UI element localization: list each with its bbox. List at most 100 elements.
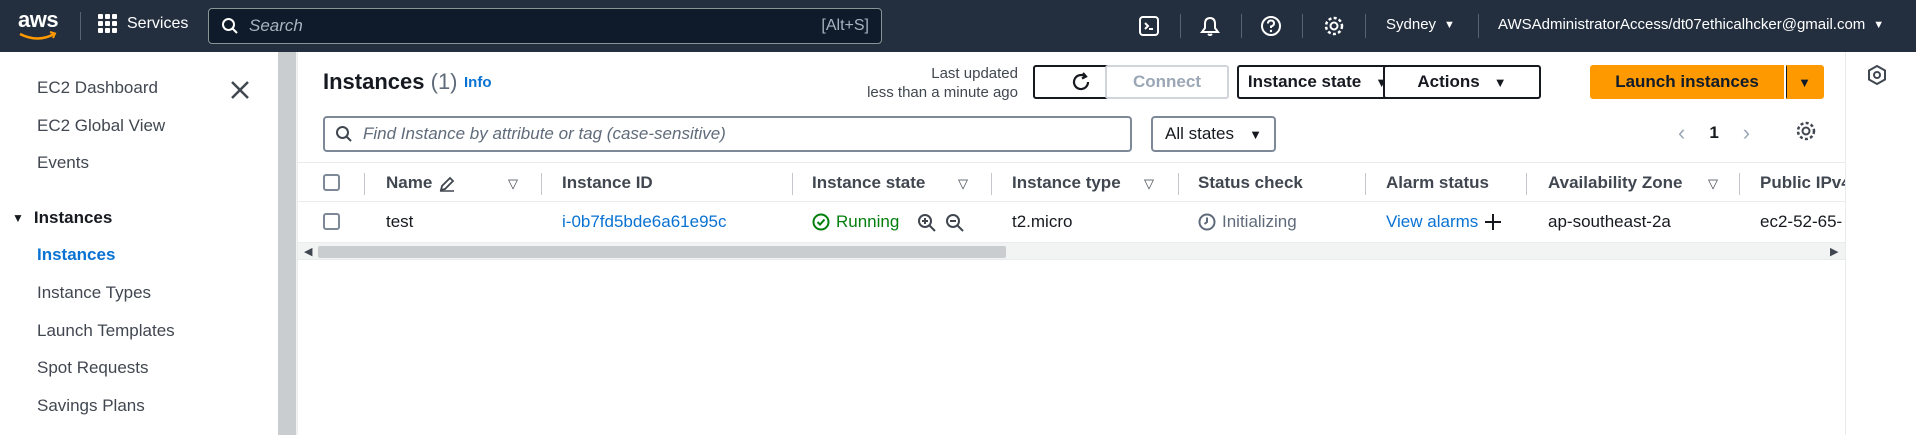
sidebar-item-instances[interactable]: Instances [37, 245, 115, 265]
table-row[interactable]: test i-0b7fd5bde6a61e95c Running t2.micr… [298, 202, 1846, 242]
column-separator [1739, 173, 1740, 195]
cell-availability-zone: ap-southeast-2a [1548, 212, 1671, 231]
filter-placeholder: Find Instance by attribute or tag (case-… [363, 124, 726, 143]
services-menu-button[interactable]: Services [98, 14, 188, 33]
previous-page-icon[interactable]: ‹ [1678, 120, 1685, 146]
search-shortcut-hint: [Alt+S] [821, 17, 869, 34]
instances-panel: Instances (1) Info Last updated less tha… [297, 52, 1846, 435]
notifications-icon[interactable] [1196, 12, 1224, 40]
sort-icon[interactable]: ▽ [508, 176, 518, 192]
connect-label: Connect [1133, 72, 1201, 91]
sidebar-section-instances[interactable]: ▼ Instances [12, 208, 112, 228]
region-selector[interactable]: Sydney ▼ [1386, 16, 1455, 33]
table-preferences-icon[interactable] [1795, 120, 1817, 147]
actions-label: Actions [1417, 72, 1480, 91]
sidebar-item-instance-types[interactable]: Instance Types [37, 283, 151, 303]
zoom-in-icon[interactable] [917, 213, 937, 238]
cell-instance-type: t2.micro [1012, 212, 1073, 231]
launch-instances-button[interactable]: Launch instances [1590, 65, 1784, 99]
launch-dropdown-button[interactable]: ▼ [1786, 65, 1824, 99]
global-search-input[interactable]: Search [Alt+S] [208, 8, 882, 44]
help-panel-icon[interactable] [1866, 64, 1888, 91]
help-icon[interactable] [1257, 12, 1285, 40]
account-menu[interactable]: AWSAdministratorAccess/dt07ethicalhcker@… [1498, 16, 1884, 33]
zoom-out-icon[interactable] [945, 213, 965, 238]
sidebar-item-ec2-dashboard[interactable]: EC2 Dashboard [37, 78, 158, 98]
refresh-icon [1072, 72, 1090, 91]
column-header-alarm-status[interactable]: Alarm status [1386, 173, 1489, 193]
aws-smile-icon [19, 31, 57, 40]
column-header-public-ipv4[interactable]: Public IPv4 [1760, 173, 1846, 193]
search-icon [336, 126, 352, 142]
next-page-icon[interactable]: › [1743, 120, 1750, 146]
column-header-name[interactable]: Name [386, 173, 432, 193]
sort-icon[interactable]: ▽ [1144, 176, 1154, 192]
sort-icon[interactable]: ▽ [958, 176, 968, 192]
scrollbar-thumb[interactable] [318, 246, 1006, 258]
column-header-instance-state[interactable]: Instance state [812, 173, 925, 193]
search-placeholder: Search [249, 16, 303, 35]
row-checkbox[interactable] [323, 213, 340, 230]
cloudshell-icon[interactable] [1135, 12, 1163, 40]
states-select-value: All states [1165, 124, 1234, 143]
nav-divider [80, 12, 81, 40]
scroll-left-icon[interactable]: ◀ [304, 245, 312, 258]
current-page[interactable]: 1 [1709, 123, 1718, 143]
search-icon [222, 18, 238, 34]
connect-button[interactable]: Connect [1105, 65, 1229, 99]
column-separator [991, 173, 992, 195]
sidebar-scrollbar[interactable] [278, 52, 296, 435]
scroll-right-icon[interactable]: ▶ [1830, 245, 1838, 258]
success-check-icon [812, 213, 830, 231]
info-link[interactable]: Info [464, 74, 492, 91]
view-alarms-link[interactable]: View alarms [1386, 212, 1478, 232]
nav-separator [1241, 14, 1242, 38]
close-icon[interactable] [228, 78, 252, 102]
column-header-availability-zone[interactable]: Availability Zone [1548, 173, 1682, 193]
instance-filter-input[interactable]: Find Instance by attribute or tag (case-… [323, 116, 1132, 152]
column-separator [792, 173, 793, 195]
launch-instances-label: Launch instances [1615, 72, 1759, 91]
sidebar-item-savings-plans[interactable]: Savings Plans [37, 396, 145, 416]
pagination: ‹ 1 › [1678, 120, 1750, 146]
sidebar-item-spot-requests[interactable]: Spot Requests [37, 358, 149, 378]
column-header-instance-id[interactable]: Instance ID [562, 173, 653, 193]
aws-logo-text: aws [18, 7, 59, 32]
select-all-checkbox[interactable] [323, 174, 340, 191]
edit-icon [438, 175, 456, 198]
sidebar-item-events[interactable]: Events [37, 153, 89, 173]
table-horizontal-scrollbar[interactable]: ◀ ▶ [298, 242, 1846, 260]
instance-state-label: Instance state [1247, 72, 1362, 91]
instance-state-button[interactable]: Instance state ▼ [1237, 65, 1399, 99]
instance-state-value: Running [836, 212, 900, 231]
column-separator [1365, 173, 1366, 195]
status-check-value: Initializing [1222, 212, 1297, 231]
last-updated: Last updated less than a minute ago [818, 64, 1018, 102]
caret-down-icon: ▼ [1249, 126, 1262, 142]
table-header: Name ▽ Instance ID Instance state ▽ Inst… [298, 162, 1846, 202]
nav-separator [1365, 14, 1366, 38]
last-updated-label: Last updated [931, 65, 1018, 82]
right-rail [1845, 52, 1916, 435]
caret-down-icon: ▼ [1493, 74, 1507, 90]
add-alarm-icon[interactable] [1484, 213, 1502, 236]
page-title: Instances (1) [323, 69, 458, 95]
aws-logo[interactable]: aws [18, 9, 62, 43]
settings-icon[interactable] [1320, 12, 1348, 40]
caret-down-icon: ▼ [12, 211, 24, 225]
top-navigation: aws Services Search [Alt+S] Sydney ▼ AWS… [0, 0, 1916, 52]
actions-button[interactable]: Actions ▼ [1383, 65, 1541, 99]
cell-status-check: Initializing [1198, 212, 1297, 232]
sidebar-item-launch-templates[interactable]: Launch Templates [37, 321, 175, 341]
nav-separator [1478, 14, 1479, 38]
states-select[interactable]: All states ▼ [1151, 116, 1276, 152]
clock-icon [1198, 213, 1216, 231]
region-label: Sydney [1386, 16, 1437, 33]
sort-icon[interactable]: ▽ [1708, 176, 1718, 192]
column-header-instance-type[interactable]: Instance type [1012, 173, 1121, 193]
account-label: AWSAdministratorAccess/dt07ethicalhcker@… [1498, 16, 1866, 33]
cell-instance-id-link[interactable]: i-0b7fd5bde6a61e95c [562, 212, 726, 232]
column-header-status-check[interactable]: Status check [1198, 173, 1303, 193]
sidebar-item-ec2-global-view[interactable]: EC2 Global View [37, 116, 165, 136]
caret-down-icon: ▼ [1798, 74, 1811, 90]
